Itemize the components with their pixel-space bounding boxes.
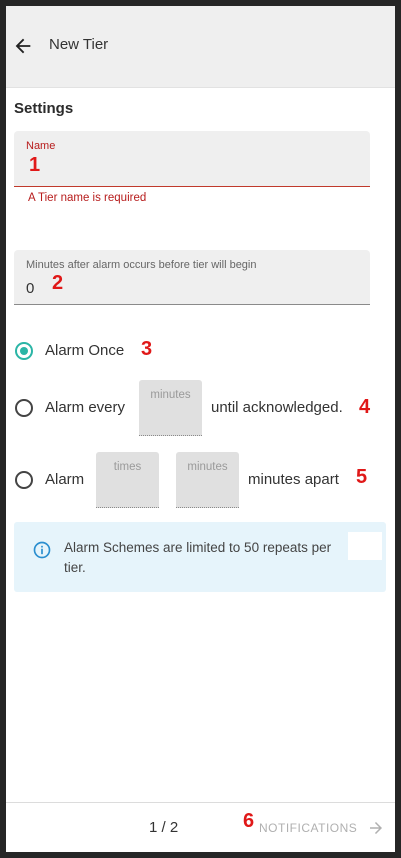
minutes-before-field[interactable]: Minutes after alarm occurs before tier w… bbox=[14, 250, 370, 305]
callout-4: 4 bbox=[359, 396, 371, 418]
alarm-every-minutes-label: minutes bbox=[150, 389, 191, 401]
next-notifications-button[interactable]: NOTIFICATIONS bbox=[259, 813, 391, 843]
tier-name-error: A Tier name is required bbox=[28, 192, 147, 204]
alarm-once-radio[interactable] bbox=[15, 342, 33, 360]
alarm-times-suffix: minutes apart bbox=[248, 471, 339, 488]
tier-name-label: Name bbox=[26, 140, 56, 152]
alarm-once-label[interactable]: Alarm Once bbox=[45, 342, 124, 359]
callout-2: 2 bbox=[52, 272, 64, 294]
repeat-limit-text: Alarm Schemes are limited to 50 repeats … bbox=[64, 540, 332, 575]
back-arrow-icon[interactable] bbox=[12, 35, 34, 57]
minutes-before-input[interactable]: 0 bbox=[26, 280, 34, 297]
page-indicator: 1 / 2 bbox=[149, 819, 179, 836]
alarm-every-minutes-input[interactable]: minutes bbox=[139, 380, 202, 436]
app-bar: New Tier bbox=[6, 6, 395, 88]
stepper-footer: 1 / 2 NOTIFICATIONS bbox=[6, 802, 395, 852]
info-icon bbox=[33, 541, 51, 559]
tier-name-input[interactable] bbox=[26, 161, 326, 179]
repeat-limit-info: Alarm Schemes are limited to 50 repeats … bbox=[14, 522, 386, 592]
info-blank-box bbox=[348, 532, 382, 560]
minutes-before-label: Minutes after alarm occurs before tier w… bbox=[26, 259, 257, 271]
alarm-times-minutes-input[interactable]: minutes bbox=[176, 452, 239, 508]
alarm-times-radio[interactable] bbox=[15, 471, 33, 489]
alarm-times-prefix: Alarm bbox=[45, 471, 85, 488]
alarm-every-radio[interactable] bbox=[15, 399, 33, 417]
alarm-every-prefix: Alarm every bbox=[45, 399, 126, 416]
callout-3: 3 bbox=[141, 338, 153, 360]
alarm-times-count-input[interactable]: times bbox=[96, 452, 159, 508]
alarm-times-count-label: times bbox=[113, 461, 142, 473]
callout-5: 5 bbox=[356, 466, 368, 488]
tier-name-field[interactable]: Name bbox=[14, 131, 370, 187]
callout-6: 6 bbox=[243, 810, 255, 832]
next-notifications-label: NOTIFICATIONS bbox=[259, 821, 358, 835]
callout-1: 1 bbox=[29, 154, 41, 176]
app-screen: New Tier Settings Name A Tier name is re… bbox=[6, 6, 395, 852]
section-title: Settings bbox=[14, 100, 74, 117]
page-title: New Tier bbox=[49, 36, 109, 53]
alarm-every-suffix: until acknowledged. bbox=[211, 399, 343, 416]
arrow-right-icon bbox=[370, 822, 382, 834]
alarm-times-minutes-label: minutes bbox=[187, 461, 228, 473]
